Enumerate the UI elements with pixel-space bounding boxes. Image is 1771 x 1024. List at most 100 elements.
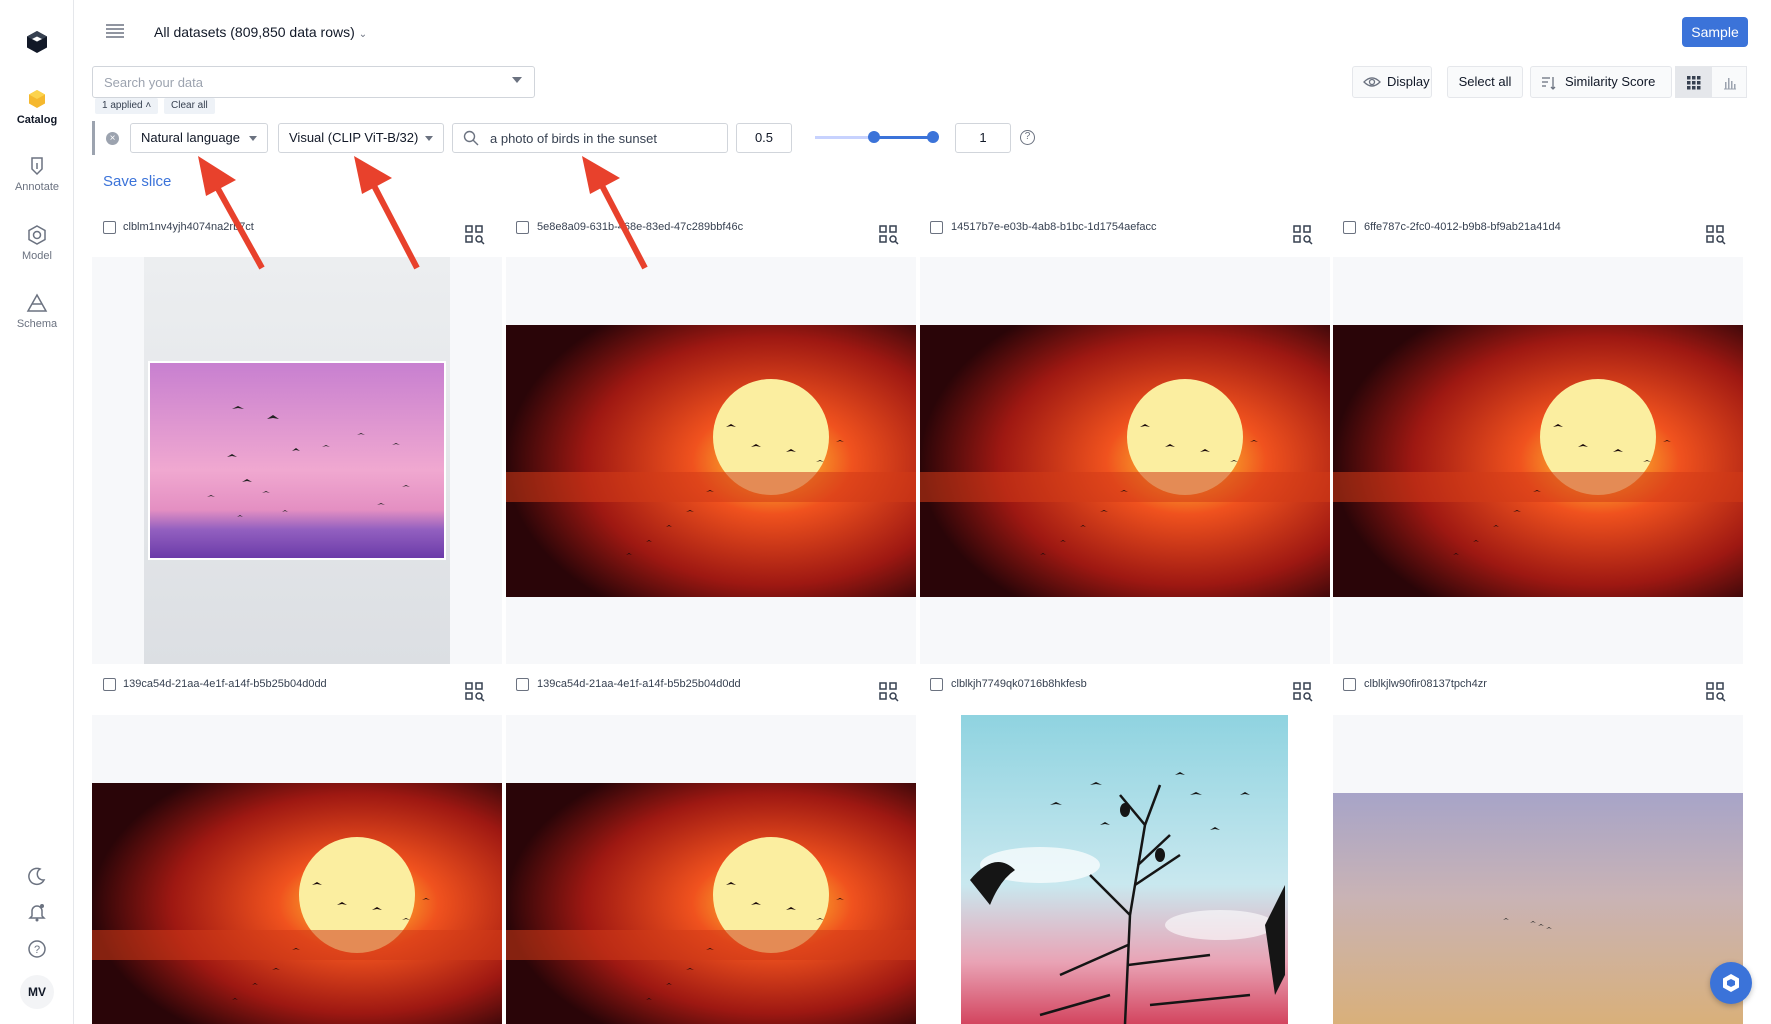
sort-icon bbox=[1542, 77, 1556, 90]
pink-sky-birds-image bbox=[144, 257, 450, 664]
find-similar-icon[interactable] bbox=[1706, 225, 1726, 245]
dataset-title: All datasets (809,850 data rows) bbox=[154, 24, 355, 40]
image-thumbnail[interactable] bbox=[1333, 715, 1743, 1024]
find-similar-icon[interactable] bbox=[1293, 225, 1313, 245]
applied-filters-toggle[interactable]: 1 applied ˄ bbox=[95, 98, 159, 114]
sample-button[interactable]: Sample bbox=[1682, 17, 1748, 47]
sidebar-item-label: Model bbox=[22, 250, 52, 262]
caret-down-icon bbox=[249, 136, 257, 141]
sidebar: Catalog Annotate Model Schema ? MV bbox=[0, 0, 74, 1024]
sort-label: Similarity Score bbox=[1565, 74, 1656, 89]
labelbox-logo-icon bbox=[1723, 974, 1739, 992]
annotation-arrow bbox=[582, 156, 648, 270]
image-thumbnail[interactable] bbox=[92, 257, 502, 664]
dusk-sky-birds-image bbox=[1333, 793, 1743, 1024]
sidebar-item-label: Annotate bbox=[14, 181, 60, 193]
image-thumbnail[interactable] bbox=[506, 715, 916, 1024]
help-icon[interactable]: ? bbox=[1020, 130, 1035, 145]
image-thumbnail[interactable] bbox=[92, 715, 502, 1024]
model-icon bbox=[28, 225, 46, 245]
annotation-arrow bbox=[354, 156, 420, 270]
dataset-selector[interactable]: All datasets (809,850 data rows) ⌄ bbox=[154, 24, 367, 40]
sidebar-item-model[interactable]: Model bbox=[0, 224, 74, 262]
row-checkbox[interactable] bbox=[103, 221, 116, 234]
annotation-arrow bbox=[198, 156, 265, 270]
find-similar-icon[interactable] bbox=[879, 682, 899, 702]
find-similar-icon[interactable] bbox=[1293, 682, 1313, 702]
find-similar-icon[interactable] bbox=[1706, 682, 1726, 702]
sunset-birds-image bbox=[92, 783, 502, 1024]
caret-down-icon bbox=[425, 136, 433, 141]
image-thumbnail[interactable] bbox=[920, 715, 1330, 1024]
sunset-birds-image bbox=[1333, 325, 1743, 597]
search-mode-value: Natural language bbox=[141, 130, 241, 145]
card-id: clblkjlw90fir08137tpch4zr bbox=[1364, 678, 1487, 690]
score-slider-max-handle[interactable] bbox=[927, 131, 939, 143]
sunset-birds-image bbox=[506, 325, 916, 597]
save-slice-link[interactable]: Save slice bbox=[103, 173, 171, 190]
grid-icon bbox=[1687, 76, 1701, 90]
avatar[interactable]: MV bbox=[20, 975, 54, 1009]
row-checkbox[interactable] bbox=[930, 678, 943, 691]
sidebar-item-schema[interactable]: Schema bbox=[0, 292, 74, 330]
card-id: 6ffe787c-2fc0-4012-b9b8-bf9ab21a41d4 bbox=[1364, 221, 1561, 233]
applied-label: 1 applied bbox=[102, 100, 143, 111]
find-similar-icon[interactable] bbox=[465, 682, 485, 702]
image-thumbnail[interactable] bbox=[506, 257, 916, 664]
embedding-dropdown[interactable]: Visual (CLIP ViT-B/32) bbox=[278, 123, 444, 153]
search-input[interactable]: Search your data bbox=[92, 66, 535, 98]
clear-all-button[interactable]: Clear all bbox=[164, 98, 215, 114]
bell-icon[interactable] bbox=[27, 902, 47, 922]
search-placeholder: Search your data bbox=[104, 75, 204, 90]
chart-view-toggle[interactable] bbox=[1711, 66, 1747, 98]
eye-icon bbox=[1363, 77, 1381, 87]
catalog-icon bbox=[29, 90, 45, 108]
score-slider-range bbox=[874, 136, 933, 139]
select-all-button[interactable]: Select all bbox=[1447, 66, 1523, 98]
row-checkbox[interactable] bbox=[103, 678, 116, 691]
sunset-birds-image bbox=[506, 783, 916, 1024]
display-label: Display bbox=[1387, 74, 1430, 89]
embedding-value: Visual (CLIP ViT-B/32) bbox=[289, 130, 419, 145]
card-id: 5e8e8a09-631b-468e-83ed-47c289bbf46c bbox=[537, 221, 744, 233]
sidebar-item-catalog[interactable]: Catalog bbox=[0, 88, 74, 126]
sidebar-item-annotate[interactable]: Annotate bbox=[0, 155, 74, 193]
query-text: a photo of birds in the sunset bbox=[490, 131, 657, 146]
bar-chart-icon bbox=[1724, 78, 1736, 90]
search-dropdown-caret-icon[interactable] bbox=[512, 77, 522, 83]
find-similar-icon[interactable] bbox=[465, 225, 485, 245]
sunset-birds-image bbox=[920, 325, 1330, 597]
card-id: clblm1nv4yjh4074na2rb7ct bbox=[123, 221, 254, 233]
row-checkbox[interactable] bbox=[516, 678, 529, 691]
card-id: 139ca54d-21aa-4e1f-a14f-b5b25b04d0dd bbox=[537, 678, 741, 690]
tree-silhouette-birds-image bbox=[961, 715, 1288, 1024]
svg-text:?: ? bbox=[34, 944, 40, 956]
grid-view-toggle[interactable] bbox=[1675, 66, 1711, 98]
schema-icon bbox=[26, 293, 48, 312]
floating-assistant-button[interactable] bbox=[1710, 962, 1752, 1004]
row-checkbox[interactable] bbox=[516, 221, 529, 234]
help-icon[interactable]: ? bbox=[27, 939, 47, 959]
min-score-input[interactable]: 0.5 bbox=[736, 123, 792, 153]
search-mode-dropdown[interactable]: Natural language bbox=[130, 123, 268, 153]
moon-icon[interactable] bbox=[27, 866, 47, 886]
image-thumbnail[interactable] bbox=[1333, 257, 1743, 664]
max-score-input[interactable]: 1 bbox=[955, 123, 1011, 153]
remove-filter-icon[interactable]: × bbox=[106, 132, 119, 145]
annotate-icon bbox=[31, 157, 43, 176]
row-checkbox[interactable] bbox=[1343, 221, 1356, 234]
image-thumbnail[interactable] bbox=[920, 257, 1330, 664]
score-slider-min-handle[interactable] bbox=[868, 131, 880, 143]
sort-similarity-button[interactable]: Similarity Score bbox=[1530, 66, 1672, 98]
labelbox-logo-icon[interactable] bbox=[23, 28, 51, 56]
chevron-up-icon: ˄ bbox=[145, 100, 152, 111]
card-id: 139ca54d-21aa-4e1f-a14f-b5b25b04d0dd bbox=[123, 678, 327, 690]
row-checkbox[interactable] bbox=[930, 221, 943, 234]
find-similar-icon[interactable] bbox=[879, 225, 899, 245]
sidebar-item-label: Schema bbox=[16, 318, 58, 330]
display-button[interactable]: Display bbox=[1352, 66, 1432, 98]
query-input[interactable]: a photo of birds in the sunset bbox=[452, 123, 728, 153]
row-checkbox[interactable] bbox=[1343, 678, 1356, 691]
chevron-down-icon: ⌄ bbox=[358, 29, 368, 40]
menu-icon[interactable] bbox=[105, 23, 125, 39]
